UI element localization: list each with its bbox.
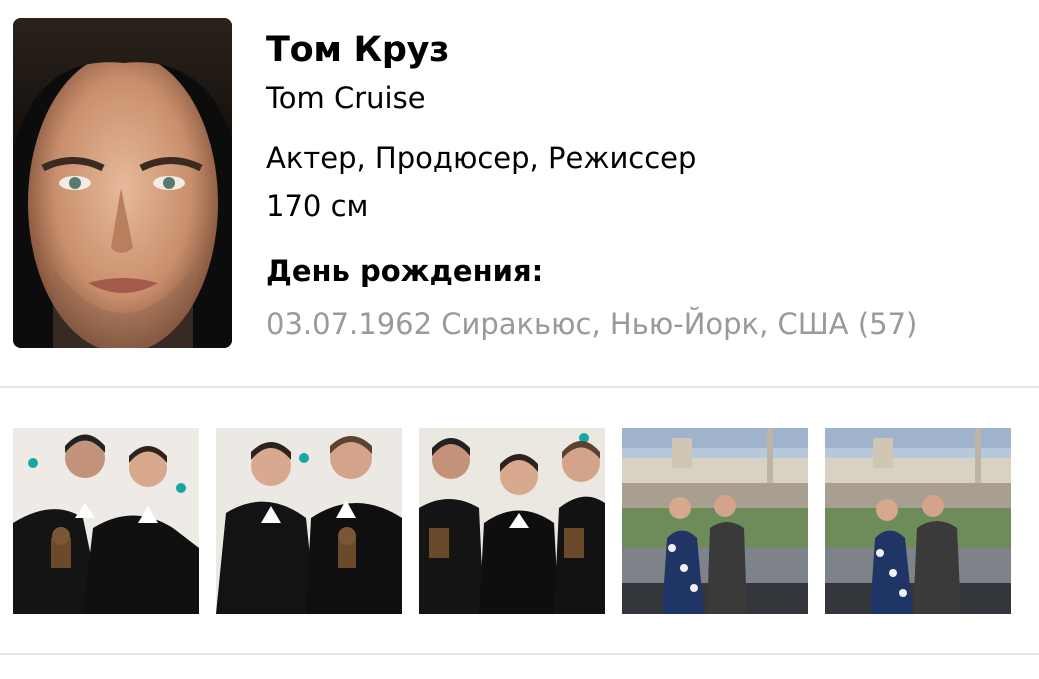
- outdoor-photo-icon: [825, 428, 1011, 614]
- photo-gallery: [13, 428, 1013, 614]
- divider: [0, 386, 1039, 388]
- birthday-label: День рождения:: [266, 254, 544, 288]
- event-photo-icon: [216, 428, 402, 614]
- gallery-photo-5[interactable]: [825, 428, 1011, 614]
- outdoor-photo-icon: [622, 428, 808, 614]
- person-professions: Актер, Продюсер, Режиссер: [266, 141, 697, 175]
- person-card: Том Круз Tom Cruise Актер, Продюсер, Реж…: [0, 0, 1039, 679]
- person-height: 170 см: [266, 189, 369, 223]
- event-photo-icon: [419, 428, 605, 614]
- event-photo-icon: [13, 428, 199, 614]
- birthday-value: 03.07.1962 Сиракьюс, Нью-Йорк, США (57): [266, 307, 918, 341]
- gallery-photo-4[interactable]: [622, 428, 808, 614]
- person-name-en: Tom Cruise: [266, 81, 426, 115]
- gallery-photo-2[interactable]: [216, 428, 402, 614]
- portrait-photo[interactable]: [13, 18, 232, 348]
- person-name-ru: Том Круз: [266, 30, 450, 70]
- gallery-photo-3[interactable]: [419, 428, 605, 614]
- face-portrait-icon: [13, 18, 232, 348]
- divider: [0, 653, 1039, 655]
- gallery-photo-1[interactable]: [13, 428, 199, 614]
